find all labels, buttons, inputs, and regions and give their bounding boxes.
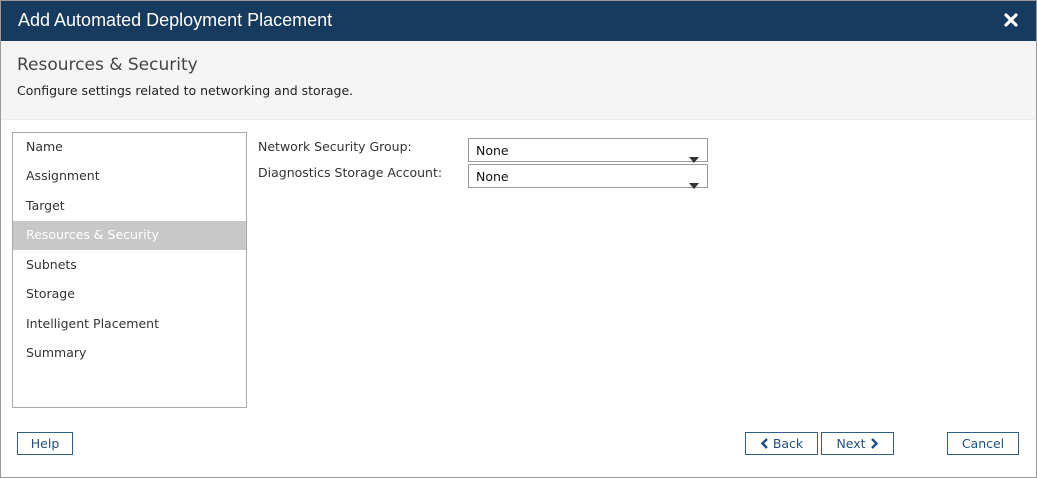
cancel-button-label: Cancel [961,436,1005,451]
chevron-right-icon [870,436,879,451]
nav-item-target[interactable]: Target [13,192,246,221]
caret-down-icon [689,174,699,189]
nav-item-name[interactable]: Name [13,133,246,162]
nav-item-summary[interactable]: Summary [13,339,246,368]
caret-down-icon [689,148,699,163]
network-security-group-select[interactable]: None [468,138,708,163]
page-title: Resources & Security [17,55,198,75]
diagnostics-storage-account-select[interactable]: None [468,164,708,189]
next-button[interactable]: Next [821,432,894,455]
help-button-label: Help [30,436,60,451]
title-bar: Add Automated Deployment Placement [1,1,1036,41]
nav-item-storage[interactable]: Storage [13,280,246,309]
network-security-group-label: Network Security Group: [258,139,412,154]
page-subtitle: Configure settings related to networking… [17,83,354,98]
help-button[interactable]: Help [17,432,73,455]
next-button-label: Next [836,436,866,451]
page-header: Resources & Security Configure settings … [1,41,1036,120]
nav-item-intelligent-placement[interactable]: Intelligent Placement [13,310,246,339]
dialog: Add Automated Deployment Placement Resou… [0,0,1037,478]
cancel-button[interactable]: Cancel [947,432,1019,455]
dialog-title: Add Automated Deployment Placement [18,10,333,30]
nav-item-resources-security[interactable]: Resources & Security [13,221,246,250]
chevron-left-icon [760,436,773,451]
network-security-group-value: None [476,143,509,158]
diagnostics-storage-account-value: None [476,169,509,184]
nav-item-assignment[interactable]: Assignment [13,162,246,191]
diagnostics-storage-account-label: Diagnostics Storage Account: [258,165,443,180]
back-button-label: Back [772,436,804,451]
back-button[interactable]: Back [745,432,818,455]
nav-item-subnets[interactable]: Subnets [13,251,246,280]
wizard-nav: Name Assignment Target Resources & Secur… [12,132,247,408]
close-icon[interactable] [1001,10,1021,30]
